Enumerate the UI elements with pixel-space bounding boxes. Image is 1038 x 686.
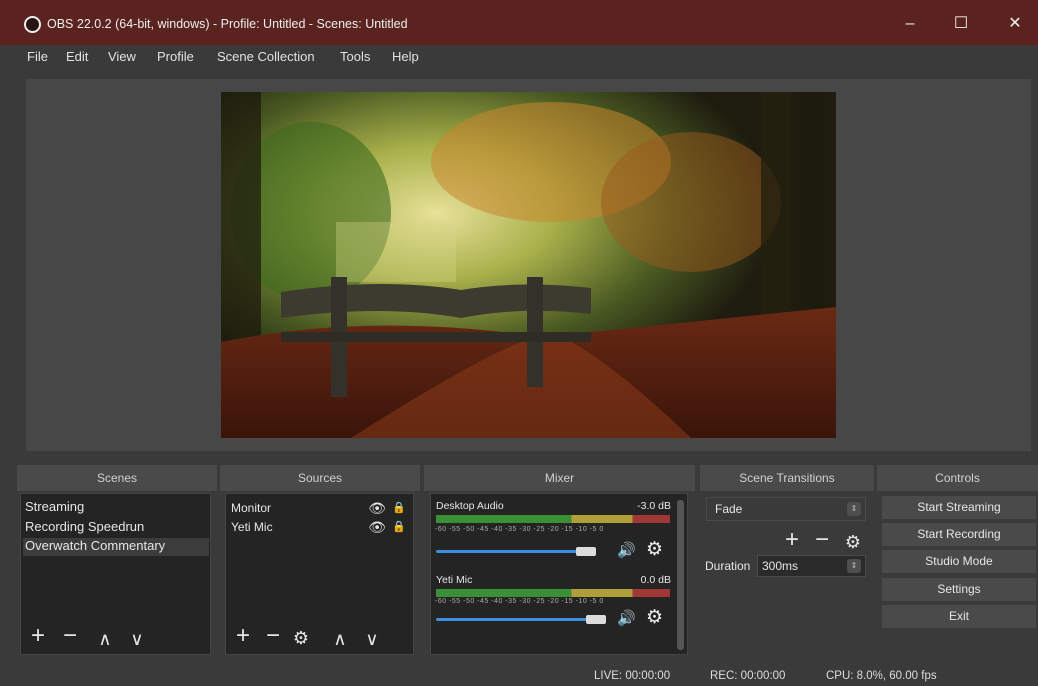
remove-scene-button[interactable]: − <box>59 624 81 648</box>
window-title: OBS 22.0.2 (64-bit, windows) - Profile: … <box>47 17 408 31</box>
visibility-eye-icon[interactable]: 👁 <box>368 518 386 536</box>
volume-slider-track[interactable] <box>436 618 606 621</box>
volume-slider-handle[interactable] <box>576 547 596 556</box>
volume-slider-track[interactable] <box>436 550 596 553</box>
menu-edit[interactable]: Edit <box>66 49 88 64</box>
status-bar: LIVE: 00:00:00 REC: 00:00:00 CPU: 8.0%, … <box>0 660 1038 686</box>
start-streaming-button[interactable]: Start Streaming <box>882 496 1036 519</box>
source-properties-gear-icon[interactable]: ⚙ <box>290 626 312 650</box>
meter-tick-labels: -60 -55 -50 -45 -40 -35 -30 -25 -20 -15 … <box>435 598 604 605</box>
menu-view[interactable]: View <box>108 49 136 64</box>
mixer-dock-title: Mixer <box>424 465 695 491</box>
mixer-gear-icon[interactable]: ⚙ <box>646 608 663 627</box>
scenes-dock-title: Scenes <box>17 465 217 491</box>
controls-dock-title: Controls <box>877 465 1038 491</box>
mixer-channel-name: Desktop Audio <box>436 500 504 512</box>
menu-file[interactable]: File <box>27 49 48 64</box>
move-source-down-button[interactable]: ∨ <box>362 627 382 651</box>
live-timer: LIVE: 00:00:00 <box>594 670 671 682</box>
minimize-button[interactable]: – <box>894 10 926 38</box>
move-source-up-button[interactable]: ∧ <box>330 627 350 651</box>
move-scene-up-button[interactable]: ∧ <box>95 627 115 651</box>
speaker-icon[interactable]: 🔊 <box>617 610 636 628</box>
add-source-button[interactable]: + <box>232 624 254 648</box>
menu-tools[interactable]: Tools <box>340 49 370 64</box>
volume-slider-handle[interactable] <box>586 615 606 624</box>
obs-logo-icon <box>24 16 41 33</box>
duration-spinbox[interactable]: 300ms ⇕ <box>757 555 866 577</box>
cpu-fps-readout: CPU: 8.0%, 60.00 fps <box>826 670 937 682</box>
mixer-channel-db: 0.0 dB <box>640 574 671 586</box>
scene-item-streaming[interactable]: Streaming <box>25 499 84 514</box>
transition-select[interactable]: Fade ⇕ <box>706 497 866 521</box>
transitions-dock-title: Scene Transitions <box>700 465 874 491</box>
move-scene-down-button[interactable]: ∨ <box>127 627 147 651</box>
duration-value: 300ms <box>762 559 799 573</box>
lock-icon[interactable]: 🔒 <box>392 518 406 536</box>
add-scene-button[interactable]: + <box>27 624 49 648</box>
mixer-gear-icon[interactable]: ⚙ <box>646 540 663 559</box>
volume-meter <box>436 515 670 523</box>
menu-bar: File Edit View Profile Scene Collection … <box>0 45 1038 70</box>
mixer-panel: Desktop Audio -3.0 dB -60 -55 -50 -45 -4… <box>430 493 688 655</box>
maximize-button[interactable]: ☐ <box>945 10 977 38</box>
scenes-panel: Streaming Recording Speedrun Overwatch C… <box>20 493 211 655</box>
mixer-channel-db: -3.0 dB <box>637 500 671 512</box>
mixer-channel-name: Yeti Mic <box>436 574 473 586</box>
start-recording-button[interactable]: Start Recording <box>882 523 1036 546</box>
visibility-eye-icon[interactable]: 👁 <box>368 499 386 517</box>
meter-tick-labels: -60 -55 -50 -45 -40 -35 -30 -25 -20 -15 … <box>435 526 604 533</box>
menu-profile[interactable]: Profile <box>157 49 194 64</box>
transition-properties-gear-icon[interactable]: ⚙ <box>842 530 864 554</box>
source-item-monitor[interactable]: Monitor 👁 🔒 <box>231 499 408 517</box>
spin-arrows-icon[interactable]: ⇕ <box>847 559 861 573</box>
sources-dock-title: Sources <box>220 465 420 491</box>
duration-label: Duration <box>705 559 751 573</box>
volume-meter <box>436 589 670 597</box>
source-item-yeti-mic[interactable]: Yeti Mic 👁 🔒 <box>231 518 408 536</box>
transition-select-value: Fade <box>715 502 743 516</box>
studio-mode-button[interactable]: Studio Mode <box>882 550 1036 573</box>
chevron-updown-icon: ⇕ <box>847 502 861 516</box>
title-bar: OBS 22.0.2 (64-bit, windows) - Profile: … <box>0 0 1038 45</box>
remove-source-button[interactable]: − <box>262 624 284 648</box>
lock-icon[interactable]: 🔒 <box>392 499 406 517</box>
mixer-scrollbar[interactable] <box>677 500 684 650</box>
add-transition-button[interactable]: + <box>781 528 803 552</box>
close-button[interactable]: ✕ <box>999 10 1031 38</box>
scene-item-overwatch-commentary[interactable]: Overwatch Commentary <box>23 538 209 556</box>
preview-scene-image <box>221 92 836 438</box>
settings-button[interactable]: Settings <box>882 578 1036 601</box>
speaker-icon[interactable]: 🔊 <box>617 542 636 560</box>
scene-item-recording-speedrun[interactable]: Recording Speedrun <box>25 519 144 534</box>
sources-panel: Monitor 👁 🔒 Yeti Mic 👁 🔒 + − ⚙ ∧ ∨ <box>225 493 414 655</box>
source-label: Yeti Mic <box>231 520 273 534</box>
preview-area[interactable] <box>26 79 1031 451</box>
source-label: Monitor <box>231 501 272 515</box>
remove-transition-button[interactable]: − <box>811 528 833 552</box>
exit-button[interactable]: Exit <box>882 605 1036 628</box>
menu-scene-collection[interactable]: Scene Collection <box>217 49 315 64</box>
menu-help[interactable]: Help <box>392 49 419 64</box>
rec-timer: REC: 00:00:00 <box>710 670 786 682</box>
